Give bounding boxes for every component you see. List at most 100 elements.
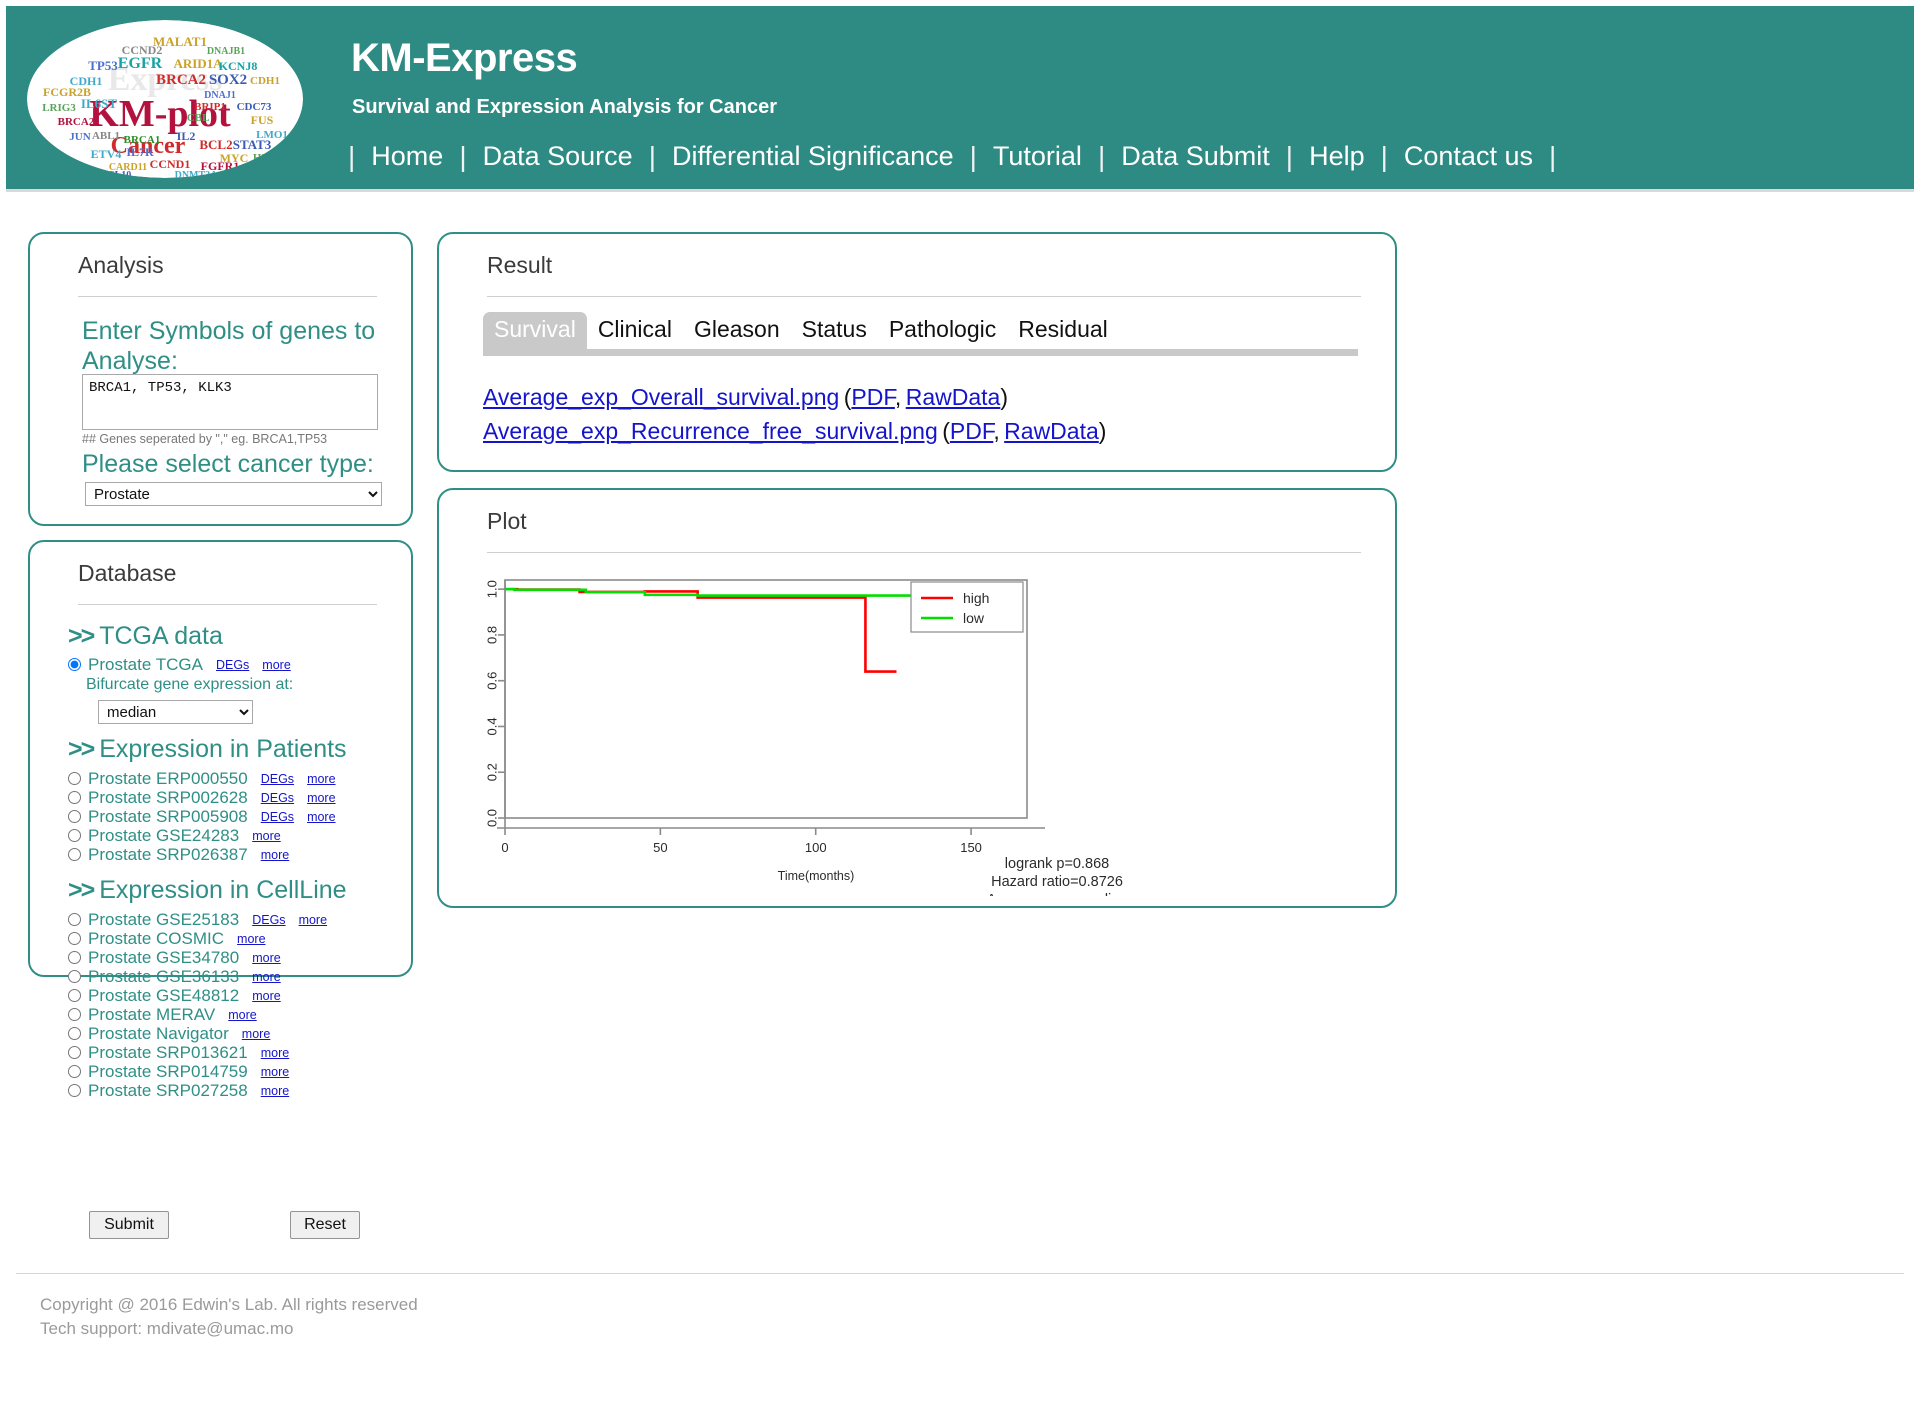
db-option-prostate-cosmic[interactable]: Prostate COSMIC more xyxy=(68,929,266,948)
nav-item-differential-significance[interactable]: Differential Significance xyxy=(668,141,958,172)
tab-survival[interactable]: Survival xyxy=(483,312,587,349)
db-radio[interactable] xyxy=(68,1046,81,1059)
more-link[interactable]: more xyxy=(262,658,290,672)
cancer-type-select[interactable]: Prostate xyxy=(85,482,382,506)
db-radio[interactable] xyxy=(68,913,81,926)
plot-panel-title: Plot xyxy=(487,508,527,534)
db-radio[interactable] xyxy=(68,810,81,823)
kaplan-meier-chart: 0.0 0.2 0.4 0.6 0.8 1.0 0 50 100 150 Time(months) h… xyxy=(463,566,1375,896)
more-link[interactable]: more xyxy=(261,848,289,862)
tab-status[interactable]: Status xyxy=(791,312,878,349)
more-link[interactable]: more xyxy=(252,970,280,984)
more-link[interactable]: more xyxy=(307,772,335,786)
db-option-prostate-srp002628[interactable]: Prostate SRP002628 DEGs more xyxy=(68,788,336,807)
more-link[interactable]: more xyxy=(228,1008,256,1022)
svg-text:1.0: 1.0 xyxy=(484,580,499,598)
db-option-prostate-gse48812[interactable]: Prostate GSE48812 more xyxy=(68,986,281,1005)
more-link[interactable]: more xyxy=(237,932,265,946)
db-option-label: Prostate SRP002628 xyxy=(88,787,248,807)
db-option-prostate-tcga[interactable]: Prostate TCGA DEGs more xyxy=(68,655,291,674)
svg-text:IL6ST: IL6ST xyxy=(81,96,117,111)
svg-text:LRIG3: LRIG3 xyxy=(42,102,76,114)
nav-item-data-source[interactable]: Data Source xyxy=(479,141,637,172)
recurrence-free-survival-png-link[interactable]: Average_exp_Recurrence_free_survival.png xyxy=(483,418,938,444)
db-option-label: Prostate GSE24283 xyxy=(88,825,240,845)
db-radio[interactable] xyxy=(68,1084,81,1097)
db-option-prostate-gse24283[interactable]: Prostate GSE24283 more xyxy=(68,826,281,845)
more-link[interactable]: more xyxy=(242,1027,270,1041)
db-radio[interactable] xyxy=(68,932,81,945)
svg-text:IL2: IL2 xyxy=(177,129,196,143)
more-link[interactable]: more xyxy=(261,1065,289,1079)
db-radio[interactable] xyxy=(68,772,81,785)
db-option-prostate-srp005908[interactable]: Prostate SRP005908 DEGs more xyxy=(68,807,336,826)
db-option-prostate-gse25183[interactable]: Prostate GSE25183 DEGs more xyxy=(68,910,327,929)
tab-pathologic[interactable]: Pathologic xyxy=(878,312,1007,349)
db-option-prostate-srp013621[interactable]: Prostate SRP013621 more xyxy=(68,1043,289,1062)
degs-link[interactable]: DEGs xyxy=(252,913,285,927)
nav-item-help[interactable]: Help xyxy=(1305,141,1369,172)
db-radio[interactable] xyxy=(68,951,81,964)
db-option-prostate-srp027258[interactable]: Prostate SRP027258 more xyxy=(68,1081,289,1100)
db-option-label: Prostate SRP026387 xyxy=(88,844,248,864)
bifurcate-select[interactable]: median xyxy=(98,700,253,724)
db-radio[interactable] xyxy=(68,829,81,842)
result-file-row: Average_exp_Overall_survival.png (PDF, R… xyxy=(483,382,1106,416)
db-option-prostate-merav[interactable]: Prostate MERAV more xyxy=(68,1005,257,1024)
recurrence-free-survival-rawdata-link[interactable]: RawData xyxy=(1004,418,1099,444)
nav-item-tutorial[interactable]: Tutorial xyxy=(989,141,1086,172)
db-radio[interactable] xyxy=(68,848,81,861)
svg-text:TP53: TP53 xyxy=(88,58,118,73)
result-file-links: Average_exp_Overall_survival.png (PDF, R… xyxy=(483,382,1106,450)
tab-clinical[interactable]: Clinical xyxy=(587,312,683,349)
db-radio[interactable] xyxy=(68,1065,81,1078)
more-link[interactable]: more xyxy=(261,1084,289,1098)
more-link[interactable]: more xyxy=(299,913,327,927)
bifurcate-label: Bifurcate gene expression at: xyxy=(86,676,294,693)
db-radio-prostate-tcga[interactable] xyxy=(68,658,81,671)
degs-link[interactable]: DEGs xyxy=(261,791,294,805)
more-link[interactable]: more xyxy=(307,791,335,805)
overall-survival-pdf-link[interactable]: PDF xyxy=(851,384,894,410)
svg-text:MALAT1: MALAT1 xyxy=(153,34,207,49)
nav-separator: | xyxy=(648,140,656,172)
tab-residual[interactable]: Residual xyxy=(1007,312,1119,349)
overall-survival-rawdata-link[interactable]: RawData xyxy=(906,384,1001,410)
db-radio[interactable] xyxy=(68,1027,81,1040)
svg-text:0.8: 0.8 xyxy=(484,626,499,644)
more-link[interactable]: more xyxy=(307,810,335,824)
nav-item-contact-us[interactable]: Contact us xyxy=(1400,141,1537,172)
db-radio[interactable] xyxy=(68,791,81,804)
nav-item-data-submit[interactable]: Data Submit xyxy=(1117,141,1274,172)
recurrence-free-survival-pdf-link[interactable]: PDF xyxy=(950,418,993,444)
db-radio[interactable] xyxy=(68,970,81,983)
degs-link[interactable]: DEGs xyxy=(261,810,294,824)
more-link[interactable]: more xyxy=(252,951,280,965)
paren-close: ) xyxy=(1000,384,1008,410)
submit-button[interactable]: Submit xyxy=(89,1211,169,1239)
more-link[interactable]: more xyxy=(252,989,280,1003)
svg-text:JUN: JUN xyxy=(69,131,90,143)
db-option-label: Prostate TCGA xyxy=(88,654,203,674)
tab-gleason[interactable]: Gleason xyxy=(683,312,791,349)
reset-button[interactable]: Reset xyxy=(290,1211,360,1239)
overall-survival-png-link[interactable]: Average_exp_Overall_survival.png xyxy=(483,384,839,410)
nav-separator: | xyxy=(1548,140,1557,172)
db-radio[interactable] xyxy=(68,1008,81,1021)
db-radio[interactable] xyxy=(68,989,81,1002)
degs-link[interactable]: DEGs xyxy=(216,658,249,672)
result-panel: Result Survival Clinical Gleason Status … xyxy=(437,232,1397,472)
db-option-prostate-srp014759[interactable]: Prostate SRP014759 more xyxy=(68,1062,289,1081)
nav-item-home[interactable]: Home xyxy=(367,141,447,172)
more-link[interactable]: more xyxy=(261,1046,289,1060)
db-option-prostate-navigator[interactable]: Prostate Navigator more xyxy=(68,1024,270,1043)
db-option-prostate-gse36133[interactable]: Prostate GSE36133 more xyxy=(68,967,281,986)
gene-symbols-input[interactable] xyxy=(82,374,378,430)
degs-link[interactable]: DEGs xyxy=(261,772,294,786)
db-option-prostate-srp026387[interactable]: Prostate SRP026387 more xyxy=(68,845,289,864)
db-option-prostate-gse34780[interactable]: Prostate GSE34780 more xyxy=(68,948,281,967)
svg-text:DNAJ1: DNAJ1 xyxy=(204,90,236,101)
more-link[interactable]: more xyxy=(252,829,280,843)
db-option-prostate-erp000550[interactable]: Prostate ERP000550 DEGs more xyxy=(68,769,336,788)
main-navigation: | Home | Data Source | Differential Sign… xyxy=(336,141,1568,172)
